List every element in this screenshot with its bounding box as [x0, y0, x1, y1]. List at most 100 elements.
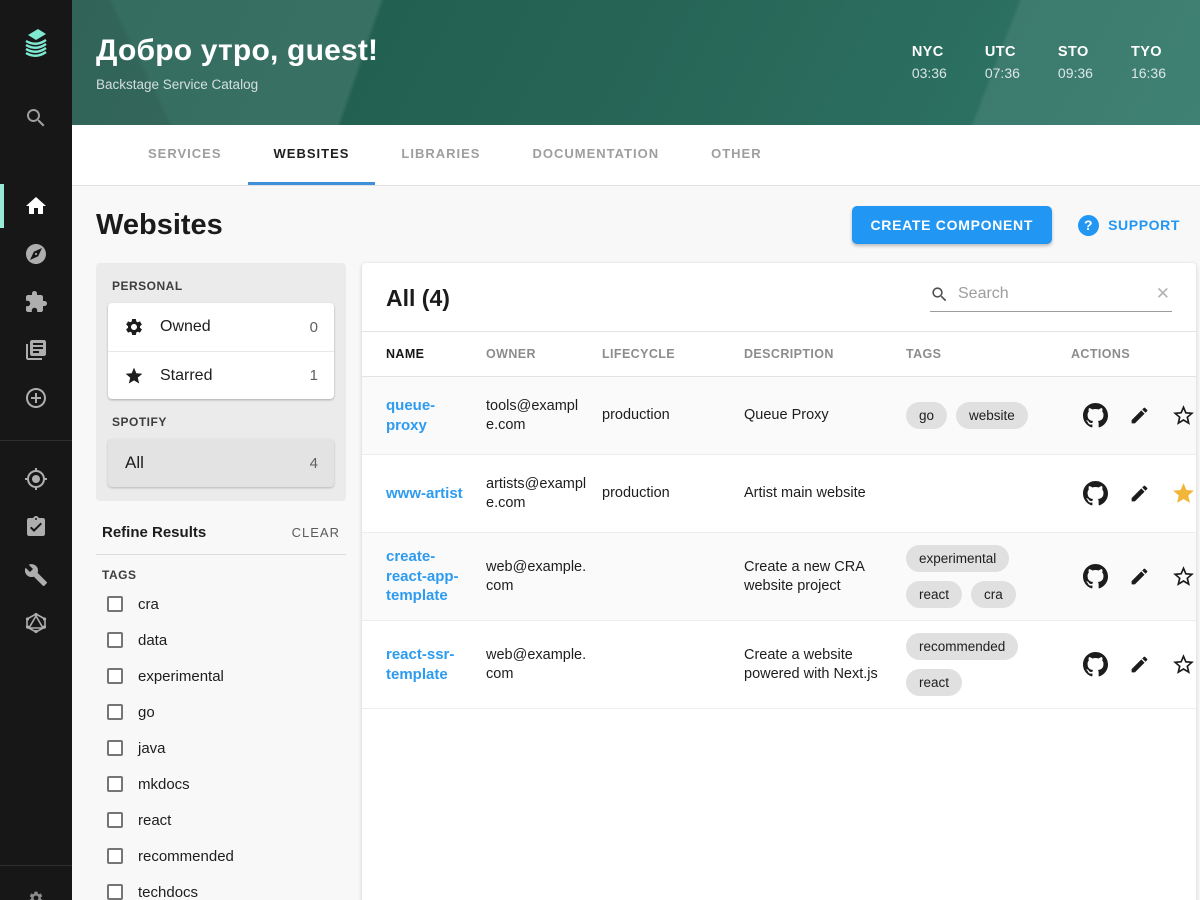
checkbox-react[interactable]: [107, 812, 123, 828]
sidebar-item-docs[interactable]: [0, 326, 72, 374]
edit-icon[interactable]: [1129, 405, 1150, 426]
table-header-row: NAME OWNER LIFECYCLE DESCRIPTION TAGS AC…: [362, 331, 1196, 377]
owner-cell: web@example.com: [486, 646, 587, 682]
tag-pill: cra: [971, 581, 1016, 608]
sidebar-item-create[interactable]: [0, 374, 72, 422]
tab-other[interactable]: OTHER: [685, 125, 788, 185]
checkbox-cra[interactable]: [107, 596, 123, 612]
table-row: www-artist artists@example.com productio…: [362, 455, 1196, 533]
tag-filter-react[interactable]: react: [102, 802, 340, 838]
tag-filter-mkdocs[interactable]: mkdocs: [102, 766, 340, 802]
github-icon[interactable]: [1083, 481, 1108, 506]
owner-cell: web@example.com: [486, 558, 587, 594]
tag-filter-recommended[interactable]: recommended: [102, 838, 340, 874]
entity-link[interactable]: www-artist: [386, 484, 474, 504]
filter-sidebar: PERSONAL Owned 0 Starred 1 SPOTIFY All 4…: [96, 263, 346, 900]
support-button[interactable]: ? SUPPORT: [1078, 214, 1180, 236]
tag-pill: website: [956, 402, 1028, 429]
tag-filter-cra[interactable]: cra: [102, 586, 340, 622]
column-owner[interactable]: OWNER: [486, 347, 602, 361]
table-row: queue-proxy tools@example.com production…: [362, 377, 1196, 455]
ownership-filter-panel: PERSONAL Owned 0 Starred 1 SPOTIFY All 4: [96, 263, 346, 501]
github-icon[interactable]: [1083, 403, 1108, 428]
filter-owned[interactable]: Owned 0: [108, 303, 334, 351]
star-icon: [124, 366, 144, 386]
star-filled-icon[interactable]: [1171, 481, 1196, 506]
column-description[interactable]: DESCRIPTION: [744, 347, 906, 361]
lifecycle-cell: production: [602, 407, 670, 424]
create-component-button[interactable]: CREATE COMPONENT: [851, 206, 1053, 244]
search-icon: [930, 285, 949, 304]
backstage-app: Добро утро, guest! Backstage Service Cat…: [0, 0, 1200, 900]
star-outline-icon[interactable]: [1171, 652, 1196, 677]
lifecycle-cell: production: [602, 485, 670, 502]
owned-count: 0: [309, 318, 318, 336]
entity-link[interactable]: react-ssr-template: [386, 645, 474, 684]
table-row: react-ssr-template web@example.com Creat…: [362, 621, 1196, 709]
checkbox-data[interactable]: [107, 632, 123, 648]
tag-pill: experimental: [906, 545, 1010, 572]
checkbox-recommended[interactable]: [107, 848, 123, 864]
clipboard-check-icon: [27, 516, 45, 536]
tag-filter-go[interactable]: go: [102, 694, 340, 730]
search-input[interactable]: [958, 285, 1154, 303]
checkbox-experimental[interactable]: [107, 668, 123, 684]
checkbox-go[interactable]: [107, 704, 123, 720]
checkbox-mkdocs[interactable]: [107, 776, 123, 792]
sidebar-item-explore[interactable]: [0, 230, 72, 278]
entity-link[interactable]: queue-proxy: [386, 396, 474, 435]
all-count: 4: [309, 454, 318, 472]
sidebar-item-tech-radar[interactable]: [0, 455, 72, 503]
edit-icon[interactable]: [1129, 654, 1150, 675]
star-outline-icon[interactable]: [1171, 403, 1196, 428]
owned-label: Owned: [160, 318, 211, 335]
my-location-icon: [25, 468, 47, 490]
sidebar-item-tasks[interactable]: [0, 503, 72, 551]
starred-label: Starred: [160, 366, 213, 384]
sidebar-item-graphiql[interactable]: [0, 599, 72, 647]
entity-link[interactable]: create-react-app-template: [386, 547, 474, 606]
column-lifecycle[interactable]: LIFECYCLE: [602, 347, 744, 361]
sidebar-item-plugins[interactable]: [0, 278, 72, 326]
tab-libraries[interactable]: LIBRARIES: [375, 125, 506, 185]
github-icon[interactable]: [1083, 652, 1108, 677]
filter-starred[interactable]: Starred 1: [108, 351, 334, 399]
column-name[interactable]: NAME: [386, 347, 486, 361]
tag-filter-java[interactable]: java: [102, 730, 340, 766]
tab-websites[interactable]: WEBSITES: [247, 125, 376, 185]
description-cell: Queue Proxy: [744, 407, 829, 424]
tag-filter-data[interactable]: data: [102, 622, 340, 658]
tab-documentation[interactable]: DOCUMENTATION: [506, 125, 685, 185]
column-tags[interactable]: TAGS: [906, 347, 1071, 361]
greeting-title: Добро утро, guest!: [96, 33, 379, 67]
star-outline-icon[interactable]: [1171, 564, 1196, 589]
tag-pill: go: [906, 402, 948, 429]
owner-cell: tools@example.com: [486, 397, 579, 433]
edit-icon[interactable]: [1129, 483, 1150, 504]
github-icon[interactable]: [1083, 564, 1108, 589]
sidebar-rail: [0, 0, 72, 900]
tab-services[interactable]: SERVICES: [122, 125, 248, 185]
tag-filter-experimental[interactable]: experimental: [102, 658, 340, 694]
filter-all[interactable]: All 4: [108, 439, 334, 487]
catalog-tabs: SERVICES WEBSITES LIBRARIES DOCUMENTATIO…: [72, 125, 1200, 185]
table-search[interactable]: ✕: [930, 284, 1172, 312]
sidebar-search-icon[interactable]: [0, 94, 72, 142]
page-banner: Добро утро, guest! Backstage Service Cat…: [72, 0, 1200, 125]
checkbox-techdocs[interactable]: [107, 884, 123, 900]
refine-divider: [96, 554, 346, 555]
backstage-logo-icon[interactable]: [0, 0, 72, 72]
sidebar-item-tools[interactable]: [0, 551, 72, 599]
sidebar-item-home[interactable]: [0, 182, 72, 230]
tag-pill: react: [906, 581, 963, 608]
clock-nyc: NYC 03:36: [911, 44, 947, 81]
clear-filters-button[interactable]: CLEAR: [292, 525, 340, 540]
checkbox-java[interactable]: [107, 740, 123, 756]
sidebar-divider: [0, 440, 72, 441]
tag-filter-techdocs[interactable]: techdocs: [102, 874, 340, 900]
edit-icon[interactable]: [1129, 566, 1150, 587]
search-clear-icon[interactable]: ✕: [1154, 284, 1172, 304]
settings-gear-icon[interactable]: [0, 880, 72, 900]
content-area: Websites CREATE COMPONENT ? SUPPORT PERS…: [72, 185, 1200, 900]
catalog-table-card: All (4) ✕ NAME OWNER LIFECYCLE: [362, 263, 1196, 900]
